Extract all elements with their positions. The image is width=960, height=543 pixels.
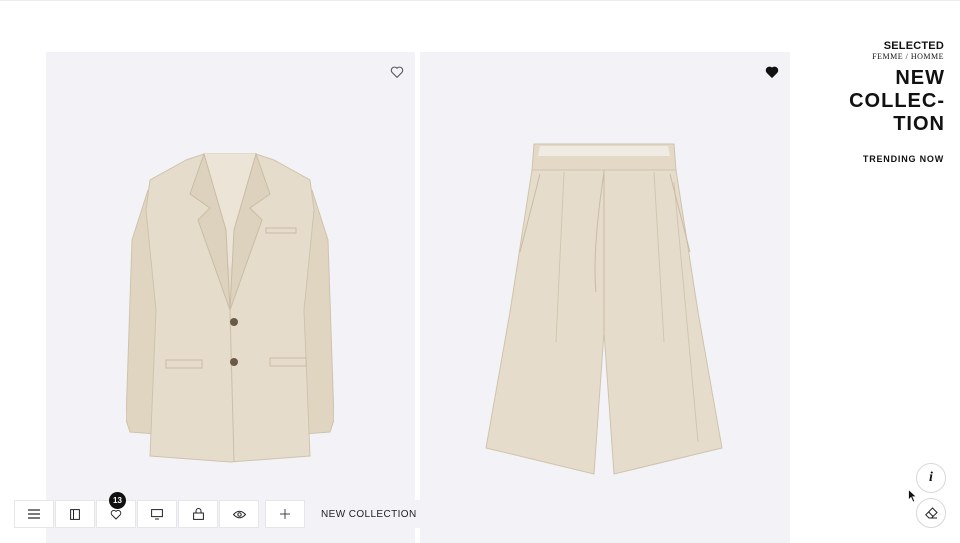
favorites-count-badge: 13 bbox=[109, 492, 126, 509]
bag-icon bbox=[192, 508, 204, 520]
eye-icon bbox=[232, 510, 246, 518]
menu-icon bbox=[28, 509, 40, 519]
new-collection-button[interactable]: NEW COLLECTION bbox=[306, 500, 432, 528]
top-divider bbox=[0, 0, 960, 1]
monitor-icon bbox=[151, 508, 163, 519]
favorites-button[interactable]: 13 bbox=[96, 492, 136, 528]
trending-now-link[interactable]: TRENDING NOW bbox=[863, 154, 944, 164]
plus-icon bbox=[280, 509, 290, 519]
catalog-icon bbox=[70, 508, 80, 520]
info-button[interactable]: i bbox=[916, 463, 946, 493]
heart-outline-icon[interactable] bbox=[389, 64, 405, 80]
bottom-toolbar: 13 NEW COLLECTION bbox=[14, 492, 432, 529]
product-card-shorts[interactable] bbox=[420, 52, 790, 543]
info-icon: i bbox=[929, 470, 933, 485]
brand-name: SELECTED bbox=[883, 40, 944, 52]
product-card-blazer[interactable] bbox=[46, 52, 415, 543]
heart-filled-icon[interactable] bbox=[764, 64, 780, 80]
heart-icon bbox=[110, 509, 122, 519]
view-button[interactable] bbox=[219, 500, 259, 528]
collection-title-line-1: NEW COLLEC- bbox=[849, 67, 945, 112]
mouse-cursor-icon bbox=[908, 489, 918, 503]
add-button[interactable] bbox=[265, 500, 305, 528]
shorts-image[interactable] bbox=[484, 142, 724, 476]
brand-logo[interactable]: SELECTED FEMME / HOMME bbox=[872, 40, 944, 61]
display-button[interactable] bbox=[137, 500, 177, 528]
blazer-image[interactable] bbox=[126, 150, 334, 468]
bag-button[interactable] bbox=[178, 500, 218, 528]
catalog-button[interactable] bbox=[55, 500, 95, 528]
collection-title: NEW COLLEC- TION bbox=[795, 67, 945, 136]
eraser-icon bbox=[924, 507, 938, 519]
menu-button[interactable] bbox=[14, 500, 54, 528]
eraser-button[interactable] bbox=[916, 498, 946, 528]
brand-subtitle: FEMME / HOMME bbox=[872, 52, 944, 61]
collection-title-line-2: TION bbox=[893, 113, 945, 135]
